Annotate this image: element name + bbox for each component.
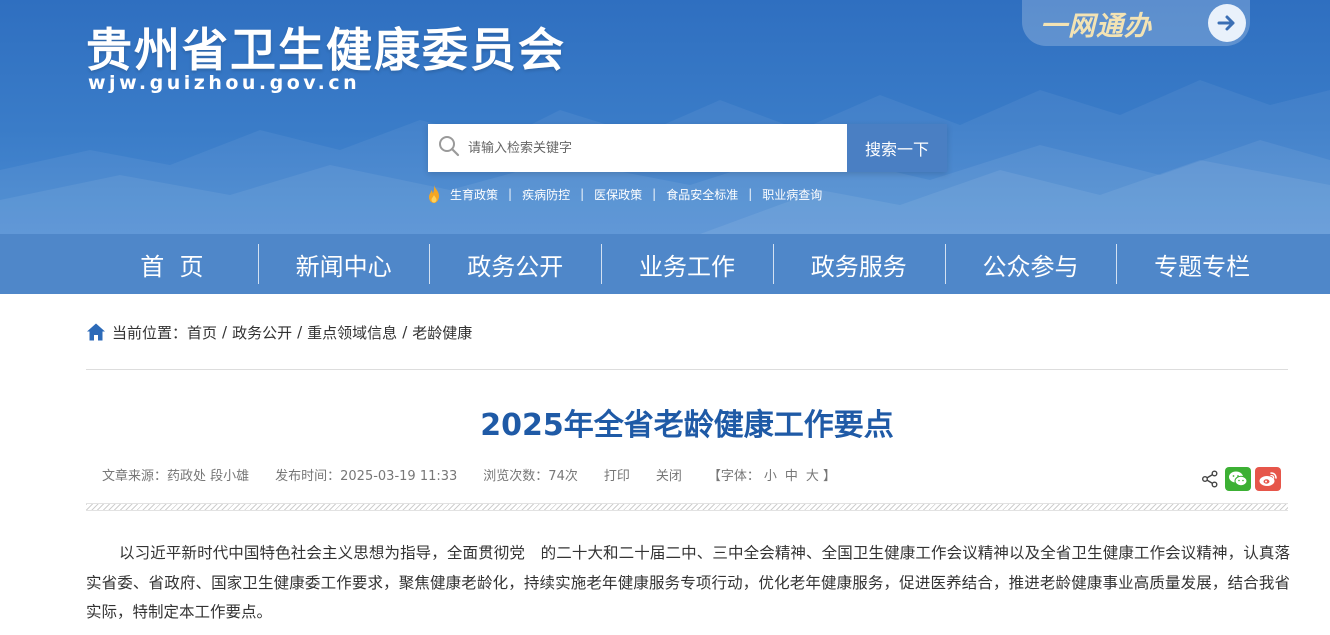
article-source: 文章来源：药政处 段小雄: [102, 468, 250, 484]
hot-link-medical-insurance[interactable]: 医保政策: [594, 186, 642, 203]
hot-link-occupational-disease[interactable]: 职业病查询: [762, 186, 822, 203]
share-bar: [1195, 466, 1281, 492]
main-nav: 首 页 新闻中心 政务公开 业务工作 政务服务 公众参与 专题专栏: [0, 234, 1330, 294]
arrow-right-icon: [1208, 4, 1246, 42]
hot-link-separator: |: [652, 187, 657, 201]
breadcrumb-separator: /: [402, 323, 408, 341]
breadcrumb-divider: [86, 369, 1288, 370]
hot-link-separator: |: [508, 187, 513, 201]
hot-link-fertility[interactable]: 生育政策: [450, 186, 498, 203]
hot-links: 生育政策 | 疾病防控 | 医保政策 | 食品安全标准 | 职业病查询: [426, 184, 822, 204]
article-views: 浏览次数：74次: [483, 468, 578, 484]
breadcrumb-gov-affairs[interactable]: 政务公开: [232, 322, 292, 343]
nav-items: 首 页 新闻中心 政务公开 业务工作 政务服务 公众参与 专题专栏: [86, 234, 1288, 294]
breadcrumb: 当前位置： 首页 / 政务公开 / 重点领域信息 / 老龄健康: [86, 320, 472, 344]
yiwang-tongban-button[interactable]: 一网通办: [1022, 0, 1250, 46]
article-title: 2025年全省老龄健康工作要点: [480, 408, 894, 443]
hot-link-separator: |: [748, 187, 753, 201]
print-link[interactable]: 打印: [604, 465, 630, 484]
breadcrumb-separator: /: [222, 323, 228, 341]
hot-link-disease-control[interactable]: 疾病防控: [522, 186, 570, 203]
font-size-prefix: 【字体：: [707, 468, 760, 484]
breadcrumb-elderly-health[interactable]: 老龄健康: [412, 322, 472, 343]
breadcrumb-prefix: 当前位置：: [112, 323, 188, 342]
breadcrumb-separator: /: [297, 323, 303, 341]
search-input[interactable]: [468, 133, 838, 163]
article-meta: 文章来源：药政处 段小雄 发布时间：2025-03-19 11:33 浏览次数：…: [102, 464, 862, 484]
article-publish-time: 发布时间：2025-03-19 11:33: [275, 468, 458, 484]
hot-link-separator: |: [580, 187, 585, 201]
home-icon: [87, 323, 105, 341]
font-size-control: 【字体： 小中大】: [708, 465, 836, 484]
yiwang-label: 一网通办: [1040, 10, 1152, 42]
article-body-paragraph: 以习近平新时代中国特色社会主义思想为指导，全面贯彻党 的二十大和二十届二中、三中…: [86, 544, 1290, 621]
nav-item-home[interactable]: 首 页: [86, 234, 258, 294]
nav-item-services[interactable]: 政务服务: [772, 234, 945, 294]
search-input-wrap: [428, 124, 847, 172]
nav-item-news[interactable]: 新闻中心: [257, 234, 430, 294]
search-box: 搜索一下: [428, 124, 947, 172]
hatched-divider: [86, 503, 1288, 511]
font-size-small[interactable]: 小: [764, 469, 777, 484]
site-title[interactable]: 贵州省卫生健康委员会: [86, 14, 566, 80]
nav-item-topics[interactable]: 专题专栏: [1116, 234, 1288, 294]
breadcrumb-key-areas[interactable]: 重点领域信息: [307, 322, 397, 343]
nav-item-public[interactable]: 公众参与: [944, 234, 1117, 294]
breadcrumb-home[interactable]: 首页: [187, 322, 217, 343]
font-size-suffix: 】: [822, 468, 836, 484]
site-url: wjw.guizhou.gov.cn: [88, 72, 361, 94]
nav-item-gov-affairs[interactable]: 政务公开: [429, 234, 601, 294]
hot-link-food-safety[interactable]: 食品安全标准: [666, 186, 738, 203]
font-size-large[interactable]: 大: [806, 469, 819, 484]
fire-icon: [429, 185, 439, 203]
font-size-medium[interactable]: 中: [785, 469, 798, 484]
nav-item-business[interactable]: 业务工作: [601, 234, 773, 294]
search-icon: [438, 135, 460, 161]
wechat-icon[interactable]: [1225, 467, 1251, 491]
weibo-icon[interactable]: [1255, 467, 1281, 491]
site-header: 贵州省卫生健康委员会 wjw.guizhou.gov.cn 一网通办 搜索一下: [0, 0, 1330, 234]
search-button[interactable]: 搜索一下: [847, 124, 947, 172]
share-icon[interactable]: [1199, 468, 1221, 490]
close-link[interactable]: 关闭: [656, 465, 682, 484]
